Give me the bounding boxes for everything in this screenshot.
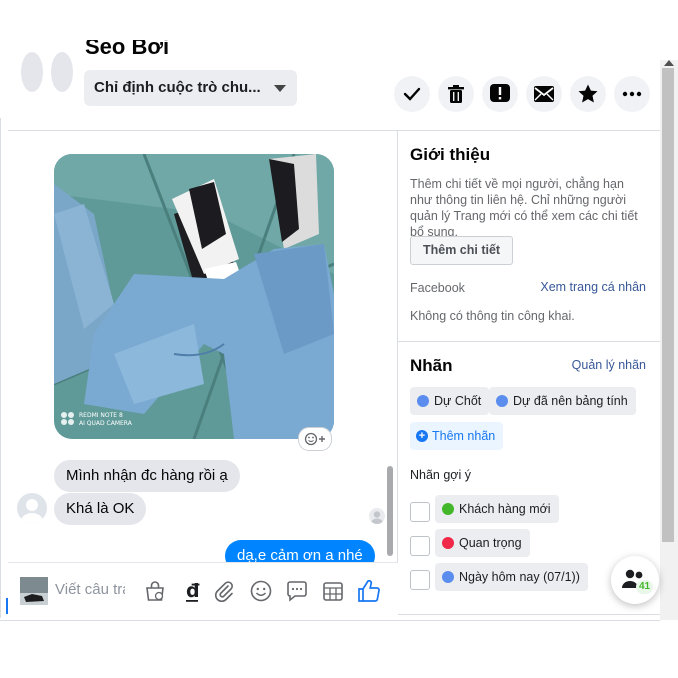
profile-avatar[interactable] bbox=[18, 50, 74, 94]
photo-watermark-line1: REDMI NOTE 8 bbox=[79, 412, 123, 419]
trash-icon bbox=[448, 85, 464, 103]
label-color-dot bbox=[496, 395, 508, 407]
svg-text:đ: đ bbox=[186, 580, 200, 602]
suggested-label-text: Ngày hôm nay (07/1)) bbox=[459, 570, 580, 584]
scroll-up-arrow-icon[interactable] bbox=[664, 60, 674, 66]
reply-input[interactable]: Viết câu trả bbox=[55, 581, 125, 598]
attach-icon[interactable] bbox=[210, 577, 238, 605]
incoming-message-2: Khá là OK bbox=[54, 493, 147, 525]
page-avatar-thumbnail bbox=[20, 577, 48, 605]
add-reaction-button[interactable] bbox=[298, 427, 332, 451]
facebook-label: Facebook bbox=[410, 281, 465, 295]
label-tag-text: Dự Chốt bbox=[434, 394, 482, 408]
panel-separator bbox=[398, 341, 660, 342]
star-icon bbox=[578, 84, 598, 103]
view-profile-link[interactable]: Xem trang cá nhân bbox=[540, 280, 646, 294]
mark-unread-button[interactable] bbox=[526, 76, 562, 112]
emoji-add-icon bbox=[304, 432, 325, 446]
intro-heading: Giới thiệu bbox=[410, 145, 491, 164]
contact-info-panel: Giới thiệu Thêm chi tiết về mọi người, c… bbox=[398, 131, 660, 620]
chat-scrollbar[interactable] bbox=[387, 466, 393, 556]
suggested-label-text: Khách hàng mới bbox=[459, 502, 551, 516]
plus-icon: + bbox=[416, 430, 428, 442]
label-color-dot bbox=[442, 503, 454, 515]
online-count-badge: 41 bbox=[636, 580, 654, 594]
message-composer: Viết câu trả đ bbox=[8, 562, 398, 621]
suggested-label-checkbox[interactable] bbox=[410, 570, 430, 590]
message-photo[interactable]: REDMI NOTE 8 AI QUAD CAMERA bbox=[54, 154, 334, 439]
page-border bbox=[0, 118, 1, 618]
follow-up-button[interactable] bbox=[570, 76, 606, 112]
mail-icon bbox=[534, 86, 554, 102]
no-public-info: Không có thông tin công khai. bbox=[410, 309, 575, 323]
label-color-dot bbox=[442, 537, 454, 549]
mark-spam-button[interactable] bbox=[482, 76, 518, 112]
panel-separator bbox=[398, 614, 660, 615]
mark-done-button[interactable] bbox=[394, 76, 430, 112]
label-tag[interactable]: Dự đã nên bảng tính bbox=[489, 387, 636, 415]
incoming-message-1: Mình nhận đc hàng rồi ạ bbox=[54, 460, 240, 492]
photo-watermark-line2: AI QUAD CAMERA bbox=[79, 420, 133, 427]
suggested-label-checkbox[interactable] bbox=[410, 502, 430, 522]
label-color-dot bbox=[417, 395, 429, 407]
currency-icon[interactable]: đ bbox=[178, 577, 206, 605]
label-color-dot bbox=[442, 571, 454, 583]
add-label-text: Thêm nhãn bbox=[432, 429, 496, 443]
add-details-button[interactable]: Thêm chi tiết bbox=[410, 236, 514, 265]
sender-avatar bbox=[17, 493, 47, 523]
suggested-label-checkbox[interactable] bbox=[410, 536, 430, 556]
check-icon bbox=[403, 87, 421, 101]
assign-conversation-dropdown[interactable]: Chỉ định cuộc trò chu... bbox=[84, 70, 297, 106]
label-tag[interactable]: Dự Chốt bbox=[410, 387, 490, 415]
report-icon bbox=[490, 84, 510, 102]
more-options-button[interactable] bbox=[614, 76, 650, 112]
caret-down-icon bbox=[274, 85, 286, 92]
shoes-photo-image: REDMI NOTE 8 AI QUAD CAMERA bbox=[54, 154, 334, 439]
labels-heading: Nhãn bbox=[410, 356, 453, 375]
contact-name: Sẹo Bơi bbox=[85, 40, 170, 54]
like-icon[interactable] bbox=[355, 577, 383, 605]
delete-button[interactable] bbox=[438, 76, 474, 112]
seen-indicator-avatar bbox=[369, 508, 385, 524]
shop-bag-icon[interactable] bbox=[141, 577, 169, 605]
suggested-label-text: Quan trọng bbox=[459, 536, 522, 550]
appointment-icon[interactable] bbox=[319, 577, 347, 605]
people-button[interactable] bbox=[611, 556, 659, 604]
suggested-labels-heading: Nhãn gợi ý bbox=[410, 468, 472, 482]
page-scrollbar-thumb[interactable] bbox=[662, 68, 674, 542]
saved-reply-icon[interactable] bbox=[283, 577, 311, 605]
suggested-label[interactable]: Khách hàng mới bbox=[435, 495, 559, 523]
more-icon bbox=[622, 91, 642, 97]
intro-description: Thêm chi tiết về mọi người, chẳng hạn nh… bbox=[410, 177, 638, 239]
emoji-icon[interactable] bbox=[247, 577, 275, 605]
manage-labels-link[interactable]: Quản lý nhãn bbox=[572, 358, 646, 372]
bottom-border bbox=[0, 620, 660, 621]
suggested-label[interactable]: Ngày hôm nay (07/1)) bbox=[435, 563, 588, 591]
add-label-button[interactable]: + Thêm nhãn bbox=[410, 422, 504, 450]
assign-conversation-label: Chỉ định cuộc trò chu... bbox=[94, 79, 261, 96]
label-tag-text: Dự đã nên bảng tính bbox=[513, 394, 628, 408]
suggested-label[interactable]: Quan trọng bbox=[435, 529, 530, 557]
